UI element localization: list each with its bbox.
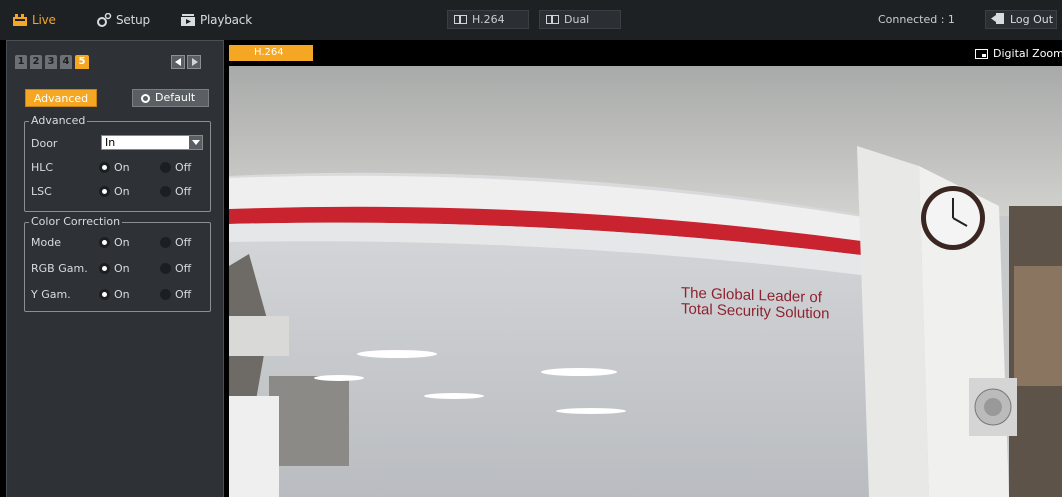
- lsc-off-label: Off: [175, 184, 192, 198]
- live-icon: [12, 13, 28, 27]
- mode-on-label: On: [114, 235, 130, 249]
- reset-icon: [141, 93, 150, 103]
- logout-label: Log Out: [1010, 13, 1054, 26]
- video-stream-tab[interactable]: H.264: [229, 45, 313, 61]
- digital-zoom-icon: [975, 48, 988, 59]
- hlc-row: HLC On Off: [31, 159, 211, 175]
- y-gam-off-radio[interactable]: Off: [160, 288, 191, 301]
- color-correction-group: Color Correction Mode On Off RGB Gam. On…: [24, 215, 211, 312]
- default-button[interactable]: Default: [132, 89, 209, 107]
- rgb-gam-off-radio[interactable]: Off: [160, 262, 191, 275]
- nav-live[interactable]: Live: [12, 11, 56, 29]
- hlc-label: HLC: [31, 160, 54, 174]
- hlc-on-label: On: [114, 160, 130, 174]
- nav-playback[interactable]: Playback: [180, 11, 252, 29]
- setup-gear-icon: [96, 12, 112, 27]
- hlc-off-label: Off: [175, 160, 192, 174]
- lsc-on-label: On: [114, 184, 130, 198]
- live-video-feed[interactable]: The Global Leader of Total Security Solu…: [229, 66, 1062, 497]
- advanced-group-title: Advanced: [29, 114, 88, 127]
- radio-unselected-icon: [160, 185, 171, 197]
- next-page-arrow-icon[interactable]: [187, 55, 201, 69]
- y-gam-on-radio[interactable]: On: [99, 288, 130, 301]
- y-gam-on-label: On: [114, 287, 130, 301]
- playback-icon: [180, 13, 196, 27]
- nav-playback-label: Playback: [200, 13, 252, 27]
- channel-tab-1[interactable]: 1: [15, 55, 27, 69]
- nav-setup-label: Setup: [116, 13, 150, 27]
- lsc-off-radio[interactable]: Off: [160, 185, 191, 198]
- logout-button[interactable]: Log Out: [985, 10, 1057, 29]
- connection-status: Connected : 1: [878, 13, 955, 26]
- lsc-row: LSC On Off: [31, 183, 211, 199]
- default-button-label: Default: [155, 91, 196, 104]
- wall-sign-text: The Global Leader of Total Security Solu…: [681, 284, 829, 322]
- rgb-gam-label: RGB Gam.: [31, 261, 88, 275]
- mode-off-label: Off: [175, 235, 192, 249]
- door-select-value: In: [105, 136, 116, 149]
- color-correction-group-title: Color Correction: [29, 215, 123, 228]
- channel-tab-2[interactable]: 2: [30, 55, 42, 69]
- door-select[interactable]: In: [101, 135, 203, 150]
- door-row: Door In: [31, 135, 211, 151]
- y-gam-label: Y Gam.: [31, 287, 71, 301]
- stream-h264-button[interactable]: H.264: [447, 10, 529, 29]
- rgb-gam-on-radio[interactable]: On: [99, 262, 130, 275]
- door-label: Door: [31, 136, 58, 150]
- digital-zoom-button[interactable]: Digital Zoom: [975, 47, 1062, 60]
- logout-icon: [991, 12, 1005, 28]
- radio-unselected-icon: [160, 161, 171, 173]
- monitor-icon: [454, 15, 467, 24]
- channel-tab-3[interactable]: 3: [45, 55, 57, 69]
- rgb-gam-on-label: On: [114, 261, 130, 275]
- radio-selected-icon: [99, 288, 110, 300]
- radio-unselected-icon: [160, 288, 171, 300]
- hlc-on-radio[interactable]: On: [99, 161, 130, 174]
- mode-row: Mode On Off: [31, 234, 211, 250]
- prev-page-arrow-icon[interactable]: [171, 55, 185, 69]
- y-gam-row: Y Gam. On Off: [31, 286, 211, 302]
- radio-unselected-icon: [160, 236, 171, 248]
- settings-panel: 1 2 3 4 5 Advanced Default Advanced Door…: [6, 40, 224, 497]
- top-bar: Live Setup Playback H.264 Dual Connected…: [0, 0, 1062, 40]
- nav-live-label: Live: [32, 13, 56, 27]
- rgb-gam-off-label: Off: [175, 261, 192, 275]
- channel-tabs: 1 2 3 4 5: [15, 55, 89, 69]
- hlc-off-radio[interactable]: Off: [160, 161, 191, 174]
- mode-label: Mode: [31, 235, 61, 249]
- chevron-down-icon[interactable]: [189, 136, 202, 149]
- channel-tab-4[interactable]: 4: [60, 55, 72, 69]
- radio-selected-icon: [99, 185, 110, 197]
- advanced-group: Advanced Door In HLC On Off LSC On Off: [24, 114, 211, 212]
- camera-image: [229, 66, 1062, 497]
- stream-h264-label: H.264: [472, 13, 505, 26]
- nav-setup[interactable]: Setup: [96, 11, 150, 29]
- advanced-button[interactable]: Advanced: [25, 89, 97, 107]
- stream-dual-button[interactable]: Dual: [539, 10, 621, 29]
- mode-on-radio[interactable]: On: [99, 236, 130, 249]
- mode-off-radio[interactable]: Off: [160, 236, 191, 249]
- rgb-gam-row: RGB Gam. On Off: [31, 260, 211, 276]
- monitor-icon: [546, 15, 559, 24]
- digital-zoom-label: Digital Zoom: [993, 47, 1062, 60]
- radio-selected-icon: [99, 161, 110, 173]
- lsc-on-radio[interactable]: On: [99, 185, 130, 198]
- radio-unselected-icon: [160, 262, 171, 274]
- channel-tab-5[interactable]: 5: [75, 55, 89, 69]
- lsc-label: LSC: [31, 184, 52, 198]
- stream-dual-label: Dual: [564, 13, 590, 26]
- radio-selected-icon: [99, 236, 110, 248]
- y-gam-off-label: Off: [175, 287, 192, 301]
- video-toolbar: H.264 Digital Zoom: [224, 40, 1062, 66]
- radio-selected-icon: [99, 262, 110, 274]
